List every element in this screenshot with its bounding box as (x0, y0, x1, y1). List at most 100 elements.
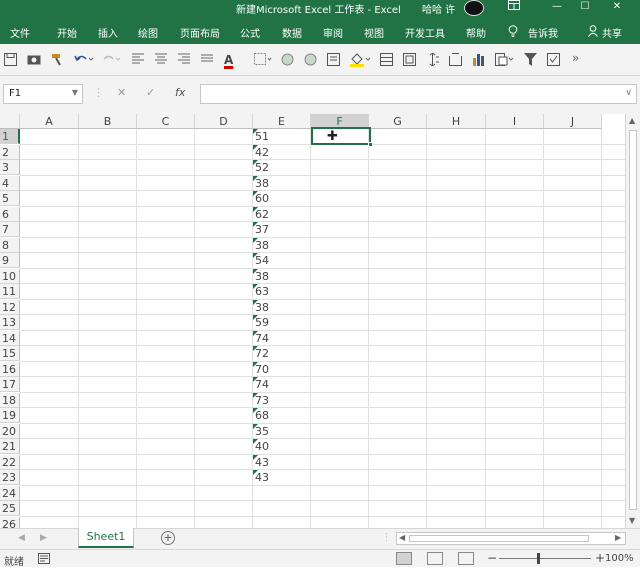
column-header-b[interactable]: B (79, 114, 137, 129)
cell-e22[interactable]: 43 (253, 454, 311, 470)
row-header-22[interactable]: 22 (0, 454, 20, 470)
lightbulb-icon[interactable] (508, 25, 518, 40)
cell-e20[interactable]: 35 (253, 423, 311, 439)
share-icon[interactable] (588, 25, 599, 40)
scrollbar-thumb[interactable] (629, 130, 637, 510)
format-painter-icon[interactable] (51, 53, 65, 67)
column-header-a[interactable]: A (20, 114, 79, 129)
cell-e4[interactable]: 38 (253, 175, 311, 191)
align-center-icon[interactable] (155, 53, 169, 67)
insert-icon[interactable] (380, 53, 394, 67)
insert-function-icon[interactable]: fx (175, 86, 185, 99)
active-cell-f1[interactable] (311, 127, 373, 147)
column-header-h[interactable]: H (427, 114, 486, 129)
horizontal-scrollbar[interactable]: ◀ ▶ (396, 532, 626, 545)
circle-icon[interactable] (304, 53, 318, 67)
align-left-icon[interactable] (132, 53, 146, 67)
row-header-6[interactable]: 6 (0, 206, 20, 222)
wrap-icon[interactable] (403, 53, 417, 67)
row-header-17[interactable]: 17 (0, 377, 20, 392)
circle-icon[interactable] (281, 53, 295, 67)
name-box[interactable]: F1 ▼ (3, 84, 83, 104)
cell-e21[interactable]: 40 (253, 439, 311, 454)
cell-e17[interactable]: 74 (253, 377, 311, 392)
row-header-18[interactable]: 18 (0, 392, 20, 408)
select-all-corner[interactable] (0, 114, 20, 129)
filter-icon[interactable] (524, 53, 538, 67)
cell-e18[interactable]: 73 (253, 392, 311, 408)
tab-view[interactable]: 视图 (364, 25, 384, 40)
cell-e23[interactable]: 43 (253, 470, 311, 485)
zoom-in-button[interactable]: + (595, 551, 605, 565)
row-header-7[interactable]: 7 (0, 222, 20, 237)
tab-formulas[interactable]: 公式 (240, 25, 260, 40)
fill-color-icon[interactable] (350, 53, 371, 67)
cell-e14[interactable]: 74 (253, 330, 311, 346)
cell-e7[interactable]: 37 (253, 222, 311, 237)
borders-icon[interactable] (254, 53, 272, 67)
tab-draw[interactable]: 绘图 (138, 25, 158, 40)
column-header-d[interactable]: D (195, 114, 253, 129)
tab-developer[interactable]: 开发工具 (405, 25, 445, 40)
ribbon-display-icon[interactable] (503, 0, 525, 16)
avatar[interactable] (464, 0, 484, 16)
cell-e8[interactable]: 38 (253, 237, 311, 253)
font-color-icon[interactable]: A (224, 53, 238, 67)
scrollbar-thumb[interactable] (409, 535, 589, 542)
normal-view-icon[interactable] (396, 552, 412, 565)
cell-e12[interactable]: 38 (253, 299, 311, 315)
tab-page-layout[interactable]: 页面布局 (180, 25, 220, 40)
zoom-level[interactable]: 100% (605, 553, 634, 564)
cell-e5[interactable]: 60 (253, 191, 311, 206)
maximize-button[interactable]: ☐ (574, 0, 596, 16)
user-name[interactable]: 哈哈 许 (422, 1, 455, 16)
tab-file[interactable]: 文件 (10, 25, 30, 40)
share-button[interactable]: 共享 (602, 25, 622, 40)
column-header-i[interactable]: I (486, 114, 544, 129)
align-right-icon[interactable] (178, 53, 192, 67)
scroll-down-icon[interactable]: ▼ (629, 516, 635, 525)
cell-e16[interactable]: 70 (253, 361, 311, 377)
checkbox-icon[interactable] (547, 53, 561, 67)
cell-e15[interactable]: 72 (253, 346, 311, 361)
more-icon[interactable]: » (572, 51, 586, 65)
column-header-c[interactable]: C (137, 114, 195, 129)
row-header-12[interactable]: 12 (0, 299, 20, 315)
column-header-j[interactable]: J (544, 114, 602, 129)
minimize-button[interactable]: — (546, 0, 568, 16)
row-header-25[interactable]: 25 (0, 501, 20, 516)
row-header-19[interactable]: 19 (0, 408, 20, 423)
add-sheet-button[interactable]: + (161, 531, 175, 545)
camera-icon[interactable] (27, 53, 41, 67)
chart-icon[interactable] (472, 53, 486, 67)
frame-icon[interactable] (449, 53, 463, 67)
row-header-1[interactable]: 1 (0, 129, 20, 144)
row-header-13[interactable]: 13 (0, 315, 20, 330)
worksheet-grid[interactable]: A B C D E F G H I J 1 2 3 4 5 6 7 8 9 10 11 12 13 14 15 16 17 18 19 2… (0, 114, 625, 528)
chevron-down-icon[interactable]: ∨ (625, 88, 632, 98)
row-height-icon[interactable] (426, 52, 440, 67)
row-header-23[interactable]: 23 (0, 470, 20, 485)
column-header-g[interactable]: G (369, 114, 427, 129)
page-break-view-icon[interactable] (458, 552, 474, 565)
undo-icon[interactable] (74, 53, 94, 67)
enter-icon[interactable]: ✓ (146, 86, 155, 99)
row-header-14[interactable]: 14 (0, 330, 20, 346)
cell-e6[interactable]: 62 (253, 206, 311, 222)
row-header-21[interactable]: 21 (0, 439, 20, 454)
row-header-24[interactable]: 24 (0, 485, 20, 501)
row-header-11[interactable]: 11 (0, 284, 20, 299)
cell-e1[interactable]: 51 (253, 129, 311, 144)
cell-e3[interactable]: 52 (253, 160, 311, 175)
tab-data[interactable]: 数据 (282, 25, 302, 40)
sheet-prev-icon[interactable]: ◀ (18, 533, 25, 543)
row-header-2[interactable]: 2 (0, 144, 20, 160)
redo-icon[interactable] (101, 53, 121, 67)
cell-e13[interactable]: 59 (253, 315, 311, 330)
sheet-next-icon[interactable]: ▶ (40, 533, 47, 543)
tab-insert[interactable]: 插入 (98, 25, 118, 40)
row-header-3[interactable]: 3 (0, 160, 20, 175)
cell-e9[interactable]: 54 (253, 253, 311, 268)
page-layout-view-icon[interactable] (427, 552, 443, 565)
scroll-up-icon[interactable]: ▲ (629, 116, 635, 125)
